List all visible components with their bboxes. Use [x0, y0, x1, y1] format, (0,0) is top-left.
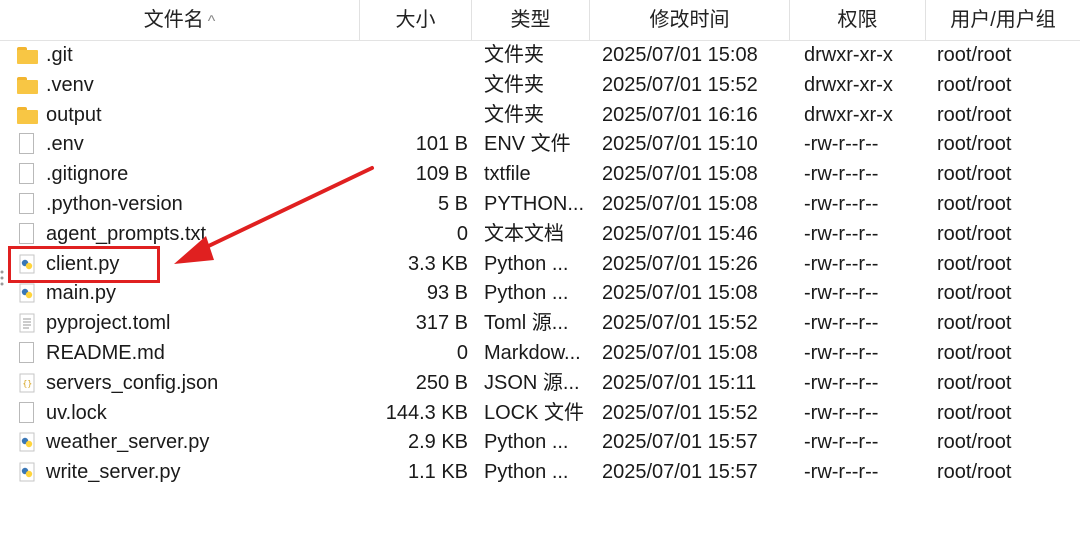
resize-handle-icon[interactable]: [0, 268, 4, 288]
annotation-arrow-icon: [174, 166, 374, 264]
